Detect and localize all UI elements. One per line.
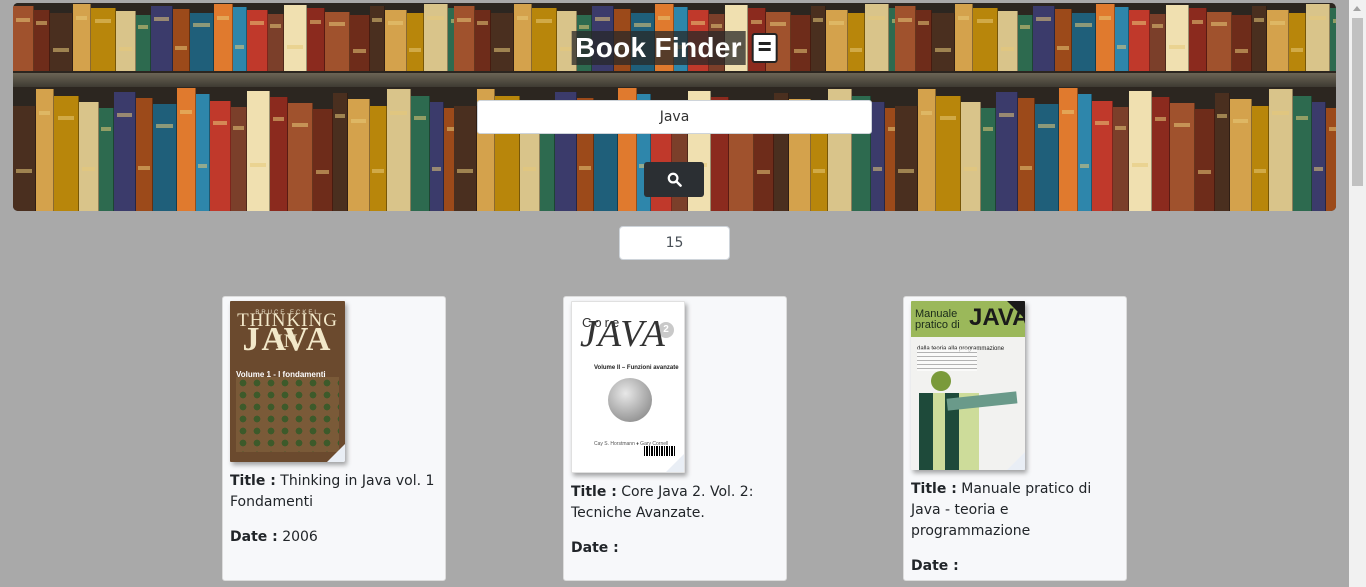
book-icon — [751, 33, 778, 63]
date-label: Date : — [571, 540, 619, 556]
date-value: 2006 — [282, 529, 318, 545]
bookshelf-background — [895, 3, 1336, 211]
book-card: Core 2 JAVA Volume II – Funzioni avanzat… — [563, 296, 787, 581]
title-label: Title : — [230, 473, 276, 489]
page-title: Book Finder — [571, 31, 778, 65]
book-date: Date : — [911, 556, 1119, 577]
date-label: Date : — [911, 558, 959, 574]
hero-banner: Book Finder — [13, 3, 1336, 211]
page-scrollbar[interactable] — [1349, 0, 1366, 587]
book-date: Date : — [571, 538, 779, 559]
book-cover-image[interactable]: Manuale pratico di JAVA dalla teoria all… — [911, 301, 1025, 470]
title-label: Title : — [911, 481, 957, 497]
search-icon — [667, 172, 682, 187]
book-cover-image[interactable]: Core 2 JAVA Volume II – Funzioni avanzat… — [571, 301, 685, 473]
book-cover-image[interactable]: BRUCE ECKEL THINKING IN JAVA Volume 1 - … — [230, 301, 345, 462]
app-title: Book Finder — [571, 31, 746, 65]
book-title: Title : Manuale pratico di Java - teoria… — [911, 479, 1119, 542]
search-input[interactable] — [477, 100, 872, 134]
book-title: Title : Core Java 2. Vol. 2: Tecniche Av… — [571, 482, 779, 524]
title-label: Title : — [571, 484, 617, 500]
date-label: Date : — [230, 529, 278, 545]
book-date: Date : 2006 — [230, 527, 438, 548]
scrollbar-thumb[interactable] — [1352, 18, 1363, 186]
scroll-up-arrow-icon[interactable] — [1353, 6, 1361, 11]
book-title: Title : Thinking in Java vol. 1 Fondamen… — [230, 471, 438, 513]
book-card: BRUCE ECKEL THINKING IN JAVA Volume 1 - … — [222, 296, 446, 581]
bookshelf-background — [13, 3, 454, 211]
book-card: Manuale pratico di JAVA dalla teoria all… — [903, 296, 1127, 581]
search-button[interactable] — [644, 162, 704, 197]
results-count-input[interactable] — [619, 226, 730, 260]
